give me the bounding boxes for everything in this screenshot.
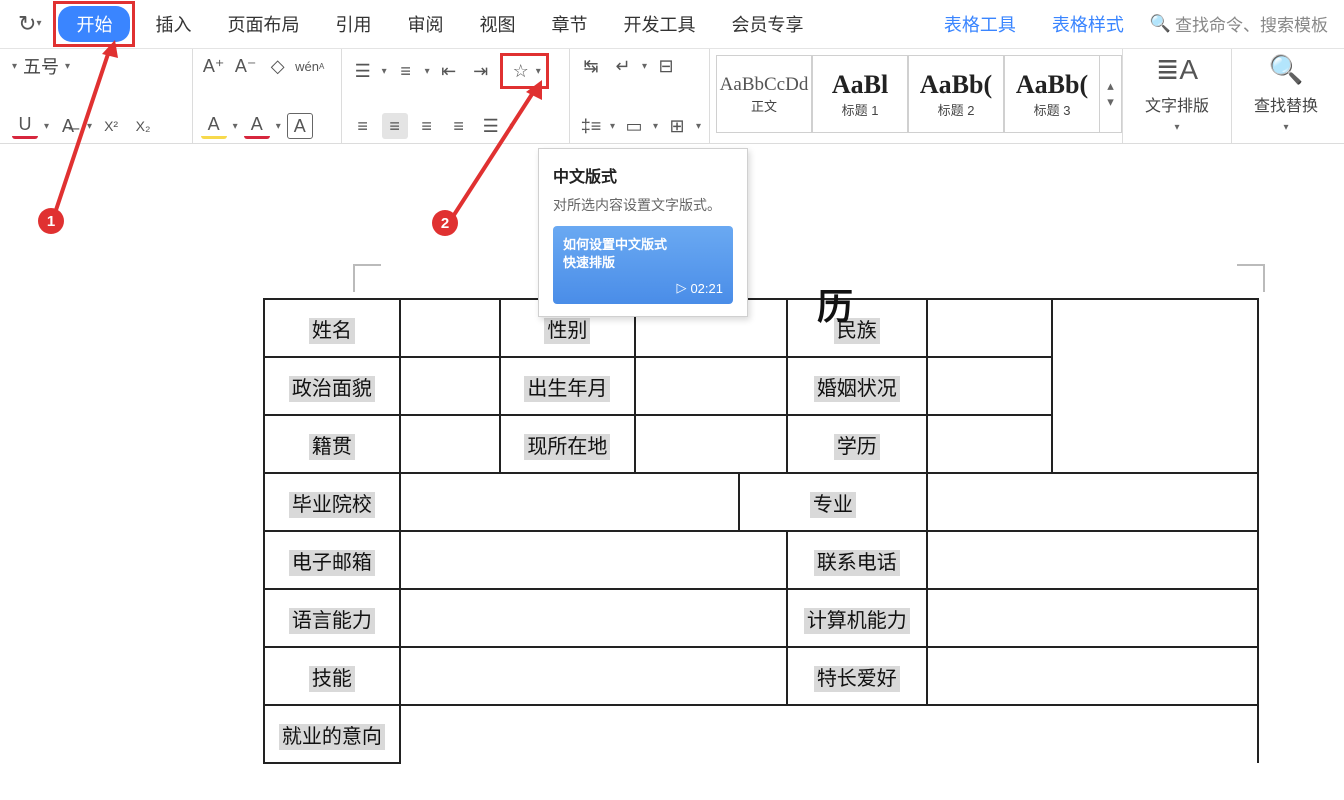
font-color-button[interactable]: A <box>244 113 270 139</box>
text-layout-button[interactable]: ≣A 文字排版▾ <box>1131 53 1223 133</box>
numbering-button[interactable]: ≡ <box>393 58 419 84</box>
style-heading2[interactable]: AaBb( 标题 2 <box>908 55 1004 133</box>
tab-pagelayout[interactable]: 页面布局 <box>209 5 317 43</box>
tab-table-style[interactable]: 表格样式 <box>1034 5 1142 43</box>
text-layout-icon: ≣A <box>1156 53 1198 86</box>
align-center-button[interactable]: ≡ <box>382 113 408 139</box>
tab-member[interactable]: 会员专享 <box>713 5 821 43</box>
doc-title-fragment: 历 <box>817 278 853 330</box>
tooltip-title: 中文版式 <box>553 163 733 187</box>
menu-bar: ↻ ▾ 开始 插入 页面布局 引用 审阅 视图 章节 开发工具 会员专享 表格工… <box>0 0 1344 48</box>
table-row: 姓名 性别 民族 <box>264 299 1258 357</box>
table-row: 就业的意向 <box>264 705 1258 763</box>
align-left-button[interactable]: ≡ <box>350 113 376 139</box>
highlight-button[interactable]: A <box>201 113 227 139</box>
redo-button[interactable]: ↻ ▾ <box>8 11 51 37</box>
tooltip-desc: 对所选内容设置文字版式。 <box>553 195 733 216</box>
tooltip-video-title: 如何设置中文版式 快速排版 <box>563 236 723 272</box>
subscript-button[interactable]: X₂ <box>130 113 156 139</box>
find-replace-button[interactable]: 🔍 查找替换▾ <box>1240 53 1332 133</box>
line-spacing-button[interactable]: ‡≡ <box>578 113 604 139</box>
shading-button[interactable]: ▭ <box>621 113 647 139</box>
ribbon: ▾ 五号 ▾ U ▾ A̶ ▾ X² X₂ A⁺ A⁻ ◇ wénA A ▾ A… <box>0 48 1344 144</box>
tab-start[interactable]: 开始 <box>58 6 130 42</box>
annotation-badge-1: 1 <box>38 208 64 234</box>
clear-format-button[interactable]: ◇ <box>265 53 291 79</box>
search-icon: 🔍 <box>1150 14 1171 34</box>
tab-settings-button[interactable]: ↹ <box>578 53 604 79</box>
style-gallery: AaBbCcDd 正文 AaBl 标题 1 AaBb( 标题 2 AaBb( 标… <box>716 55 1122 133</box>
line-break-button[interactable]: ↵ <box>610 53 636 79</box>
table-row: 技能 特长爱好 <box>264 647 1258 705</box>
underline-button[interactable]: U <box>12 113 38 139</box>
tab-section[interactable]: 章节 <box>533 5 605 43</box>
style-gallery-more[interactable]: ▴▾ <box>1100 55 1122 133</box>
tab-view[interactable]: 视图 <box>461 5 533 43</box>
phonetic-button[interactable]: wénA <box>297 53 323 79</box>
tab-references[interactable]: 引用 <box>317 5 389 43</box>
annotation-badge-2: 2 <box>432 210 458 236</box>
char-border-button[interactable]: A <box>287 113 313 139</box>
page-corner-icon <box>353 264 381 292</box>
table-row: 毕业院校 专业 <box>264 473 1258 531</box>
decrease-font-button[interactable]: A⁻ <box>233 53 259 79</box>
style-heading1[interactable]: AaBl 标题 1 <box>812 55 908 133</box>
table-row: 语言能力 计算机能力 <box>264 589 1258 647</box>
dropdown-caret-icon[interactable]: ▾ <box>12 61 17 72</box>
page-corner-icon <box>1237 264 1265 292</box>
annotation-arrow-1 <box>40 40 120 225</box>
increase-font-button[interactable]: A⁺ <box>201 53 227 79</box>
search-commands[interactable]: 🔍 查找命令、搜索模板 <box>1142 11 1336 36</box>
magnifier-icon: 🔍 <box>1269 53 1304 86</box>
resume-table[interactable]: 姓名 性别 民族 政治面貌 出生年月 婚姻状况 籍贯 现所在地 学历 毕业院校 … <box>263 298 1259 764</box>
play-icon: ▷ <box>676 280 686 296</box>
annotation-arrow-2 <box>438 80 558 235</box>
tab-devtools[interactable]: 开发工具 <box>605 5 713 43</box>
tooltip-video-card[interactable]: 如何设置中文版式 快速排版 ▷02:21 <box>553 226 733 304</box>
tab-review[interactable]: 审阅 <box>389 5 461 43</box>
bullets-button[interactable]: ☰ <box>350 58 376 84</box>
tab-table-tools[interactable]: 表格工具 <box>926 5 1034 43</box>
style-heading3[interactable]: AaBb( 标题 3 <box>1004 55 1100 133</box>
tooltip-chinese-layout: 中文版式 对所选内容设置文字版式。 如何设置中文版式 快速排版 ▷02:21 <box>538 148 748 317</box>
tab-insert[interactable]: 插入 <box>137 5 209 43</box>
borders-button[interactable]: ⊞ <box>664 113 690 139</box>
align-right-button[interactable]: ≡ <box>414 113 440 139</box>
ruler-button[interactable]: ⊟ <box>653 53 679 79</box>
table-row: 电子邮箱 联系电话 <box>264 531 1258 589</box>
style-normal[interactable]: AaBbCcDd 正文 <box>716 55 812 133</box>
